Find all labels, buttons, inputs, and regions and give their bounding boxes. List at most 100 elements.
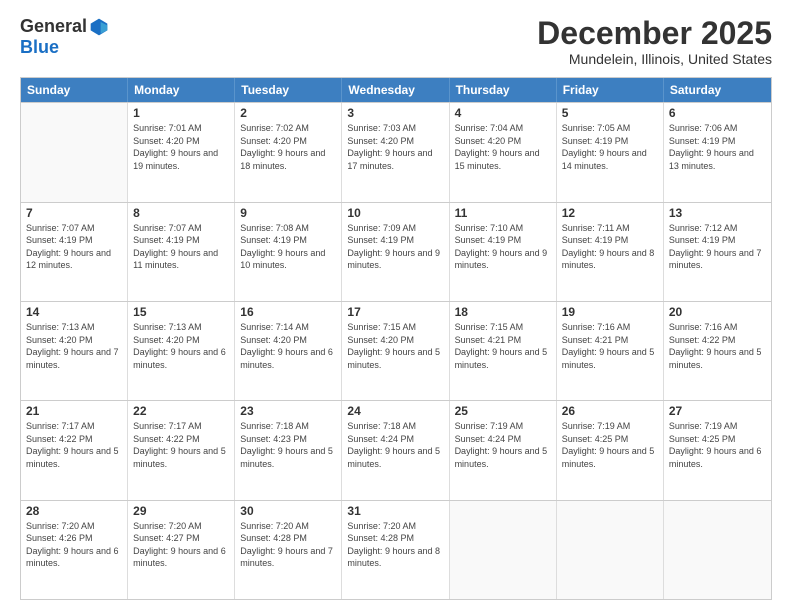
cell-info: Sunrise: 7:08 AM Sunset: 4:19 PM Dayligh… bbox=[240, 222, 336, 272]
header-friday: Friday bbox=[557, 78, 664, 102]
empty-cell bbox=[557, 501, 664, 599]
day-12: 12 Sunrise: 7:11 AM Sunset: 4:19 PM Dayli… bbox=[557, 203, 664, 301]
cell-info: Sunrise: 7:07 AM Sunset: 4:19 PM Dayligh… bbox=[133, 222, 229, 272]
day-number: 5 bbox=[562, 106, 658, 120]
day-29: 29 Sunrise: 7:20 AM Sunset: 4:27 PM Dayli… bbox=[128, 501, 235, 599]
header-monday: Monday bbox=[128, 78, 235, 102]
empty-cell bbox=[21, 103, 128, 201]
header-saturday: Saturday bbox=[664, 78, 771, 102]
week-1: 1 Sunrise: 7:01 AM Sunset: 4:20 PM Daylig… bbox=[21, 102, 771, 201]
day-9: 9 Sunrise: 7:08 AM Sunset: 4:19 PM Daylig… bbox=[235, 203, 342, 301]
day-24: 24Sunrise: 7:18 AM Sunset: 4:24 PM Dayli… bbox=[342, 401, 449, 499]
day-11: 11Sunrise: 7:10 AM Sunset: 4:19 PM Dayli… bbox=[450, 203, 557, 301]
day-number: 23 bbox=[240, 404, 336, 418]
calendar-body: 1 Sunrise: 7:01 AM Sunset: 4:20 PM Daylig… bbox=[21, 102, 771, 599]
week-3: 14Sunrise: 7:13 AM Sunset: 4:20 PM Dayli… bbox=[21, 301, 771, 400]
day-number: 24 bbox=[347, 404, 443, 418]
day-number: 7 bbox=[26, 206, 122, 220]
day-number: 18 bbox=[455, 305, 551, 319]
day-number: 19 bbox=[562, 305, 658, 319]
cell-info: Sunrise: 7:11 AM Sunset: 4:19 PM Dayligh… bbox=[562, 222, 658, 272]
day-number: 3 bbox=[347, 106, 443, 120]
day-number: 28 bbox=[26, 504, 122, 518]
day-25: 25 Sunrise: 7:19 AM Sunset: 4:24 PM Dayli… bbox=[450, 401, 557, 499]
logo-icon bbox=[89, 17, 109, 37]
day-30: 30 Sunrise: 7:20 AM Sunset: 4:28 PM Dayli… bbox=[235, 501, 342, 599]
header-wednesday: Wednesday bbox=[342, 78, 449, 102]
day-number: 2 bbox=[240, 106, 336, 120]
cell-info: Sunrise: 7:19 AM Sunset: 4:24 PM Dayligh… bbox=[455, 420, 551, 470]
day-16: 16 Sunrise: 7:14 AM Sunset: 4:20 PM Dayli… bbox=[235, 302, 342, 400]
day-14: 14Sunrise: 7:13 AM Sunset: 4:20 PM Dayli… bbox=[21, 302, 128, 400]
day-number: 10 bbox=[347, 206, 443, 220]
day-23: 23Sunrise: 7:18 AM Sunset: 4:23 PM Dayli… bbox=[235, 401, 342, 499]
day-number: 11 bbox=[455, 206, 551, 220]
day-number: 12 bbox=[562, 206, 658, 220]
cell-info: Sunrise: 7:02 AM Sunset: 4:20 PM Dayligh… bbox=[240, 122, 336, 172]
cell-info: Sunrise: 7:19 AM Sunset: 4:25 PM Dayligh… bbox=[669, 420, 766, 470]
day-20: 20Sunrise: 7:16 AM Sunset: 4:22 PM Dayli… bbox=[664, 302, 771, 400]
day-22: 22 Sunrise: 7:17 AM Sunset: 4:22 PM Dayli… bbox=[128, 401, 235, 499]
day-27: 27 Sunrise: 7:19 AM Sunset: 4:25 PM Dayli… bbox=[664, 401, 771, 499]
cell-info: Sunrise: 7:17 AM Sunset: 4:22 PM Dayligh… bbox=[26, 420, 122, 470]
day-4: 4Sunrise: 7:04 AM Sunset: 4:20 PM Daylig… bbox=[450, 103, 557, 201]
cell-info: Sunrise: 7:20 AM Sunset: 4:28 PM Dayligh… bbox=[240, 520, 336, 570]
cell-info: Sunrise: 7:17 AM Sunset: 4:22 PM Dayligh… bbox=[133, 420, 229, 470]
week-5: 28Sunrise: 7:20 AM Sunset: 4:26 PM Dayli… bbox=[21, 500, 771, 599]
day-number: 29 bbox=[133, 504, 229, 518]
calendar-header: Sunday Monday Tuesday Wednesday Thursday… bbox=[21, 78, 771, 102]
day-18: 18 Sunrise: 7:15 AM Sunset: 4:21 PM Dayli… bbox=[450, 302, 557, 400]
title-block: December 2025 Mundelein, Illinois, Unite… bbox=[537, 16, 772, 67]
day-5: 5Sunrise: 7:05 AM Sunset: 4:19 PM Daylig… bbox=[557, 103, 664, 201]
day-number: 31 bbox=[347, 504, 443, 518]
day-number: 4 bbox=[455, 106, 551, 120]
day-28: 28Sunrise: 7:20 AM Sunset: 4:26 PM Dayli… bbox=[21, 501, 128, 599]
cell-info: Sunrise: 7:20 AM Sunset: 4:27 PM Dayligh… bbox=[133, 520, 229, 570]
day-1: 1 Sunrise: 7:01 AM Sunset: 4:20 PM Daylig… bbox=[128, 103, 235, 201]
day-number: 30 bbox=[240, 504, 336, 518]
day-6: 6 Sunrise: 7:06 AM Sunset: 4:19 PM Daylig… bbox=[664, 103, 771, 201]
week-2: 7 Sunrise: 7:07 AM Sunset: 4:19 PM Daylig… bbox=[21, 202, 771, 301]
calendar: Sunday Monday Tuesday Wednesday Thursday… bbox=[20, 77, 772, 600]
cell-info: Sunrise: 7:14 AM Sunset: 4:20 PM Dayligh… bbox=[240, 321, 336, 371]
header-sunday: Sunday bbox=[21, 78, 128, 102]
day-21: 21 Sunrise: 7:17 AM Sunset: 4:22 PM Dayli… bbox=[21, 401, 128, 499]
cell-info: Sunrise: 7:03 AM Sunset: 4:20 PM Dayligh… bbox=[347, 122, 443, 172]
day-10: 10 Sunrise: 7:09 AM Sunset: 4:19 PM Dayli… bbox=[342, 203, 449, 301]
day-3: 3 Sunrise: 7:03 AM Sunset: 4:20 PM Daylig… bbox=[342, 103, 449, 201]
cell-info: Sunrise: 7:01 AM Sunset: 4:20 PM Dayligh… bbox=[133, 122, 229, 172]
day-number: 22 bbox=[133, 404, 229, 418]
day-31: 31Sunrise: 7:20 AM Sunset: 4:28 PM Dayli… bbox=[342, 501, 449, 599]
day-7: 7 Sunrise: 7:07 AM Sunset: 4:19 PM Daylig… bbox=[21, 203, 128, 301]
logo-general: General bbox=[20, 16, 87, 37]
day-number: 9 bbox=[240, 206, 336, 220]
day-number: 26 bbox=[562, 404, 658, 418]
day-number: 1 bbox=[133, 106, 229, 120]
day-number: 21 bbox=[26, 404, 122, 418]
cell-info: Sunrise: 7:15 AM Sunset: 4:20 PM Dayligh… bbox=[347, 321, 443, 371]
day-15: 15Sunrise: 7:13 AM Sunset: 4:20 PM Dayli… bbox=[128, 302, 235, 400]
day-2: 2 Sunrise: 7:02 AM Sunset: 4:20 PM Daylig… bbox=[235, 103, 342, 201]
empty-cell bbox=[664, 501, 771, 599]
page: General Blue December 2025 Mundelein, Il… bbox=[0, 0, 792, 612]
cell-info: Sunrise: 7:09 AM Sunset: 4:19 PM Dayligh… bbox=[347, 222, 443, 272]
day-number: 25 bbox=[455, 404, 551, 418]
day-number: 20 bbox=[669, 305, 766, 319]
week-4: 21 Sunrise: 7:17 AM Sunset: 4:22 PM Dayli… bbox=[21, 400, 771, 499]
empty-cell bbox=[450, 501, 557, 599]
cell-info: Sunrise: 7:15 AM Sunset: 4:21 PM Dayligh… bbox=[455, 321, 551, 371]
day-17: 17Sunrise: 7:15 AM Sunset: 4:20 PM Dayli… bbox=[342, 302, 449, 400]
cell-info: Sunrise: 7:07 AM Sunset: 4:19 PM Dayligh… bbox=[26, 222, 122, 272]
cell-info: Sunrise: 7:06 AM Sunset: 4:19 PM Dayligh… bbox=[669, 122, 766, 172]
location: Mundelein, Illinois, United States bbox=[537, 51, 772, 67]
header-thursday: Thursday bbox=[450, 78, 557, 102]
cell-info: Sunrise: 7:13 AM Sunset: 4:20 PM Dayligh… bbox=[133, 321, 229, 371]
day-number: 16 bbox=[240, 305, 336, 319]
day-number: 6 bbox=[669, 106, 766, 120]
logo-blue: Blue bbox=[20, 37, 59, 58]
cell-info: Sunrise: 7:19 AM Sunset: 4:25 PM Dayligh… bbox=[562, 420, 658, 470]
day-13: 13Sunrise: 7:12 AM Sunset: 4:19 PM Dayli… bbox=[664, 203, 771, 301]
day-number: 27 bbox=[669, 404, 766, 418]
cell-info: Sunrise: 7:13 AM Sunset: 4:20 PM Dayligh… bbox=[26, 321, 122, 371]
header-tuesday: Tuesday bbox=[235, 78, 342, 102]
